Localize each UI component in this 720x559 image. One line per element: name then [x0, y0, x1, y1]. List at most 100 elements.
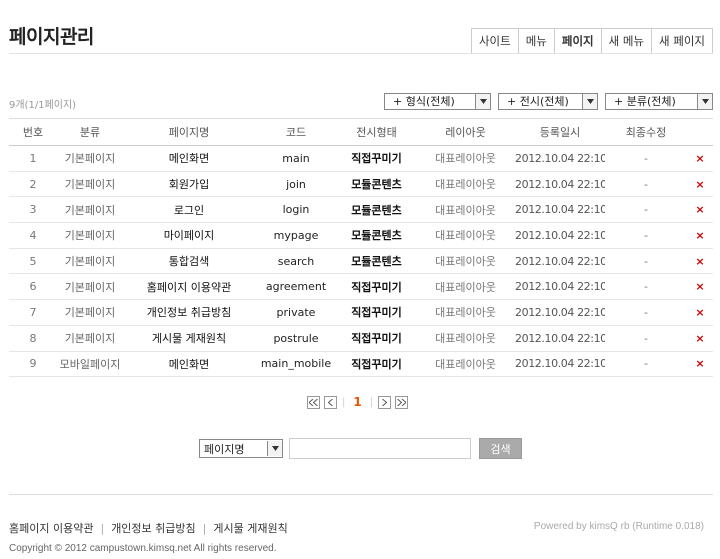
search-field-label: 페이지명 [204, 442, 245, 456]
title-divider [9, 53, 713, 54]
row-number: 2 [9, 171, 57, 198]
row-code: main_mobile [255, 351, 337, 378]
page-title: 페이지관리 [9, 26, 94, 48]
row-page-name[interactable]: 로그인 [123, 196, 255, 224]
row-display-type: 직접꾸미기 [337, 273, 416, 301]
delete-icon[interactable]: × [687, 171, 713, 198]
footer-link-terms[interactable]: 홈페이지 이용약관 [9, 520, 93, 536]
row-modified-date: - [605, 351, 687, 378]
row-display-type: 모듈콘텐츠 [337, 222, 416, 249]
display-filter-select[interactable]: + 전시(전체) [498, 93, 598, 110]
table-row: 7 기본페이지 개인정보 취급방침 private 직접꾸미기 대표레이아웃 2012.10… [9, 299, 713, 326]
dropdown-arrow-icon [697, 94, 712, 109]
row-code: agreement [255, 273, 337, 301]
table-row: 4 기본페이지 마이페이지 mypage 모듈콘텐츠 대표레이아웃 2012.10.04 2… [9, 222, 713, 249]
row-layout: 대표레이아웃 [416, 273, 515, 301]
row-page-name[interactable]: 메인화면 [123, 145, 255, 172]
footer-link-privacy[interactable]: 개인정보 취급방침 [111, 520, 195, 536]
row-page-name[interactable]: 통합검색 [123, 248, 255, 275]
row-category: 기본페이지 [57, 145, 123, 172]
delete-icon[interactable]: × [687, 248, 713, 275]
row-layout: 대표레이아웃 [416, 196, 515, 224]
pager-separator: | [342, 396, 346, 408]
row-code: mypage [255, 222, 337, 249]
last-page-button[interactable] [395, 395, 409, 409]
search-button[interactable]: 검색 [479, 438, 522, 459]
table-row: 5 기본페이지 통합검색 search 모듈콘텐츠 대표레이아웃 2012.10.04 22… [9, 248, 713, 275]
search-field-select[interactable]: 페이지명 [199, 439, 283, 458]
row-page-name[interactable]: 개인정보 취급방침 [123, 299, 255, 326]
tab-site[interactable]: 사이트 [471, 29, 518, 54]
delete-icon[interactable]: × [687, 145, 713, 172]
row-layout: 대표레이아웃 [416, 299, 515, 326]
row-modified-date: - [605, 248, 687, 275]
row-modified-date: - [605, 299, 687, 326]
column-header[interactable]: 번호 [9, 118, 57, 146]
next-page-button[interactable] [378, 395, 392, 409]
row-category: 기본페이지 [57, 248, 123, 275]
dropdown-arrow-icon [475, 94, 490, 109]
column-header[interactable]: 코드 [255, 118, 337, 146]
row-layout: 대표레이아웃 [416, 222, 515, 249]
tab-menu[interactable]: 메뉴 [517, 29, 554, 54]
row-number: 7 [9, 299, 57, 326]
column-header[interactable]: 레이아웃 [416, 118, 515, 146]
search-input[interactable] [289, 438, 471, 459]
column-header[interactable]: 최종수정 [605, 118, 687, 146]
row-code: join [255, 171, 337, 198]
pagination: | 1 | [307, 395, 409, 409]
table-header-row: 번호 분류 페이지명 코드 전시형태 레이아웃 등록일시 최종수정 [9, 118, 713, 146]
delete-icon[interactable]: × [687, 325, 713, 352]
row-page-name[interactable]: 메인화면 [123, 351, 255, 378]
tab-page[interactable]: 페이지 [553, 29, 601, 54]
footer-link-post-rules[interactable]: 게시물 게재원칙 [213, 520, 287, 536]
tab-new-page[interactable]: 새 페이지 [651, 29, 712, 54]
powered-by: Powered by kimsQ rb (Runtime 0.018) [533, 521, 704, 532]
delete-icon[interactable]: × [687, 222, 713, 249]
row-page-name[interactable]: 마이페이지 [123, 222, 255, 249]
footer-separator: | [202, 521, 207, 535]
row-display-type: 모듈콘텐츠 [337, 248, 416, 275]
first-page-button[interactable] [307, 395, 320, 409]
row-number: 1 [9, 145, 57, 172]
row-created-date: 2012.10.04 22:10 [515, 248, 605, 275]
row-display-type: 모듈콘텐츠 [337, 171, 416, 198]
type-filter-label: + 형식(전체) [393, 95, 455, 108]
current-page-number[interactable]: 1 [353, 395, 361, 409]
row-created-date: 2012.10.04 22:10 [515, 325, 605, 352]
count-info: 9개(1/1페이지) [9, 100, 77, 111]
type-filter-select[interactable]: + 형식(전체) [384, 93, 491, 110]
category-filter-select[interactable]: + 분류(전체) [605, 93, 713, 110]
row-page-name[interactable]: 회원가입 [123, 171, 255, 198]
row-layout: 대표레이아웃 [416, 325, 515, 352]
row-number: 8 [9, 325, 57, 352]
column-header[interactable]: 분류 [57, 118, 123, 146]
delete-icon[interactable]: × [687, 299, 713, 326]
footer-divider [9, 494, 713, 495]
column-header[interactable]: 전시형태 [337, 118, 416, 146]
column-header [687, 118, 713, 146]
row-page-name[interactable]: 게시물 게재원칙 [123, 325, 255, 352]
row-number: 9 [9, 351, 57, 378]
row-layout: 대표레이아웃 [416, 351, 515, 378]
row-number: 4 [9, 222, 57, 249]
row-category: 기본페이지 [57, 222, 123, 249]
column-header[interactable]: 페이지명 [123, 118, 255, 146]
row-category: 기본페이지 [57, 196, 123, 224]
top-tabs: 사이트 메뉴 페이지 새 메뉴 새 페이지 [470, 28, 713, 54]
row-number: 3 [9, 196, 57, 224]
row-modified-date: - [605, 222, 687, 249]
dropdown-arrow-icon [267, 441, 282, 456]
row-created-date: 2012.10.04 22:10 [515, 299, 605, 326]
delete-icon[interactable]: × [687, 273, 713, 301]
page-table: 번호 분류 페이지명 코드 전시형태 레이아웃 등록일시 최종수정 1 기본페이지… [9, 118, 713, 378]
row-page-name[interactable]: 홈페이지 이용약관 [123, 273, 255, 301]
prev-page-button[interactable] [324, 395, 337, 409]
footer-links: 홈페이지 이용약관 | 개인정보 취급방침 | 게시물 게재원칙 [9, 520, 288, 536]
column-header[interactable]: 등록일시 [515, 118, 605, 146]
delete-icon[interactable]: × [687, 351, 713, 378]
row-created-date: 2012.10.04 22:10 [515, 273, 605, 301]
tab-new-menu[interactable]: 새 메뉴 [600, 29, 652, 54]
delete-icon[interactable]: × [687, 196, 713, 224]
row-modified-date: - [605, 196, 687, 224]
